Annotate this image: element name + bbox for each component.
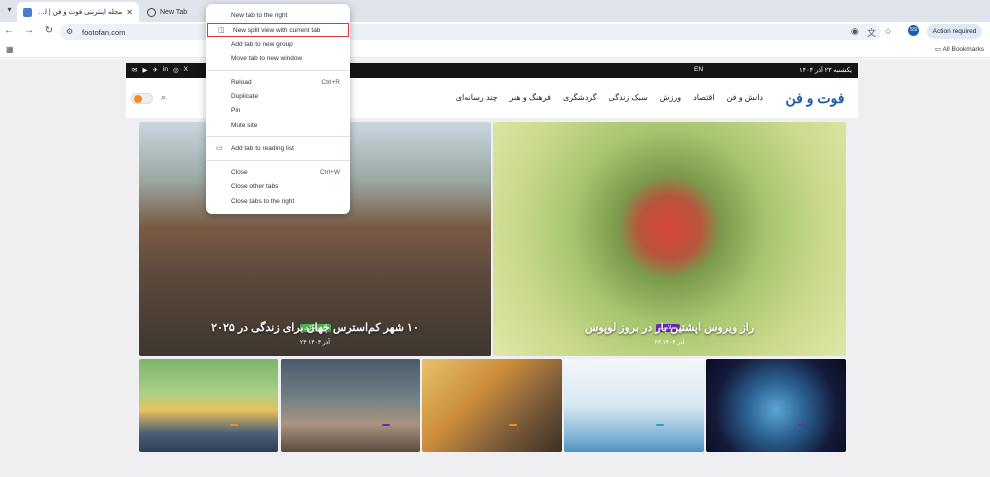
menu-item-label: New tab to the right — [231, 12, 288, 19]
menu-item-reading-list[interactable]: ▭ Add tab to reading list — [206, 142, 350, 156]
location-icon[interactable]: ◉ — [851, 26, 859, 37]
bookmark-star-icon[interactable]: ☆ — [884, 26, 892, 37]
linkedin-icon[interactable]: in — [163, 66, 168, 74]
address-bar[interactable]: ⚙ footofan.com — [60, 24, 880, 40]
site-favicon-icon — [23, 7, 32, 17]
menu-item-label: Close tabs to the right — [231, 198, 295, 205]
back-icon[interactable]: ← — [2, 25, 16, 36]
url-text: footofan.com — [82, 27, 126, 37]
dark-mode-toggle[interactable] — [131, 93, 153, 104]
menu-item-duplicate[interactable]: Duplicate — [206, 90, 350, 104]
menu-divider — [206, 160, 350, 161]
menu-item-reload[interactable]: Reload Ctrl+R — [206, 76, 350, 90]
menu-item[interactable]: چند رسانه‌ای — [456, 93, 498, 102]
email-icon[interactable]: ✉ — [132, 66, 137, 74]
reload-icon[interactable]: ↻ — [42, 25, 56, 36]
category-badge[interactable] — [798, 424, 806, 426]
menu-item-label: Add tab to reading list — [231, 145, 294, 152]
all-bookmarks-button[interactable]: ▭ All Bookmarks — [935, 45, 984, 53]
menu-divider — [206, 70, 350, 71]
topbar-date: یکشنبه ۲۳ آذر ۱۴۰۴ — [799, 67, 852, 74]
youtube-icon[interactable]: ▶ — [142, 66, 147, 74]
twitter-x-icon[interactable]: X — [184, 66, 188, 74]
menu-item-new-tab-right[interactable]: New tab to the right — [206, 9, 350, 23]
instagram-icon[interactable]: ◎ — [173, 66, 179, 74]
featured-card[interactable]: سلامت راز ویروس اپشتین بار در بروز لوپوس… — [493, 122, 846, 356]
browser-toolbar: ← → ↻ ⚙ footofan.com ◉ 文 ☆ — [0, 22, 990, 42]
site-info-icon[interactable]: ⚙ — [66, 27, 73, 36]
menu-item-move-to-window[interactable]: Move tab to new window — [206, 52, 350, 66]
article-card[interactable] — [422, 359, 562, 452]
menu-item-label: Move tab to new window — [231, 55, 303, 62]
split-view-icon: ◫ — [218, 27, 225, 34]
menu-item[interactable]: سبک زندگی — [609, 93, 648, 102]
menu-shortcut: Ctrl+W — [319, 169, 340, 176]
menu-item-label: Add tab to new group — [231, 41, 293, 48]
menu-item-pin[interactable]: Pin — [206, 104, 350, 118]
tab-title: New Tab — [160, 8, 188, 16]
tab-list-icon[interactable]: ▾ — [4, 5, 15, 16]
topbar-links: EN — [646, 66, 703, 73]
menu-item-close[interactable]: Close Ctrl+W — [206, 166, 350, 180]
menu-item-close-other-tabs[interactable]: Close other tabs — [206, 180, 350, 194]
site-logo[interactable]: فوت و فن — [780, 85, 850, 111]
menu-shortcut: Ctrl+R — [321, 79, 340, 86]
apps-grid-icon[interactable]: ▦ — [6, 45, 14, 54]
language-switch[interactable]: EN — [694, 66, 703, 73]
article-date: ۲۳ آذر ۱۴۰۴ — [300, 340, 330, 346]
social-links: ✉ ▶ ✈ in ◎ X — [132, 66, 188, 74]
website-viewport: ✉ ▶ ✈ in ◎ X EN یکشنبه ۲۳ آذر ۱۴۰۴ ⌕ دان… — [0, 59, 990, 477]
close-tab-icon[interactable]: ✕ — [126, 8, 133, 17]
translate-icon[interactable]: 文 — [867, 26, 876, 39]
menu-divider — [206, 136, 350, 137]
tab-context-menu: New tab to the right ◫ New split view wit… — [206, 4, 350, 214]
reading-list-icon: ▭ — [216, 145, 223, 152]
menu-item-label: Reload — [231, 79, 252, 86]
menu-item-label: Close — [231, 169, 248, 176]
category-badge[interactable] — [509, 424, 517, 426]
menu-item-mute-site[interactable]: Mute site — [206, 119, 350, 133]
menu-item[interactable]: فرهنگ و هنر — [510, 93, 551, 102]
menu-item-label: Close other tabs — [231, 183, 279, 190]
menu-item-label: Pin — [231, 107, 241, 114]
category-badge[interactable] — [230, 424, 238, 426]
all-bookmarks-label: All Bookmarks — [942, 46, 984, 53]
menu-item-label: New split view with current tab — [233, 27, 321, 34]
menu-item[interactable]: دانش و فن — [727, 93, 763, 102]
search-icon[interactable]: ⌕ — [161, 92, 166, 103]
telegram-icon[interactable]: ✈ — [152, 66, 157, 74]
profile-avatar[interactable]: SSI — [908, 25, 919, 36]
article-title[interactable]: ۱۰ شهر کم‌استرس جهان برای زندگی در ۲۰۲۵ — [145, 321, 485, 334]
action-required-button[interactable]: Action required — [927, 24, 982, 39]
article-card[interactable] — [706, 359, 846, 452]
category-badge[interactable] — [382, 424, 390, 426]
article-title[interactable]: راز ویروس اپشتین بار در بروز لوپوس — [499, 321, 840, 334]
menu-item-label: Duplicate — [231, 93, 259, 100]
main-menu: دانش و فن اقتصاد ورزش سبک زندگی گردشگری … — [456, 93, 763, 102]
article-date: ۲۳ آذر ۱۴۰۴ — [654, 340, 685, 346]
globe-icon — [147, 7, 156, 17]
menu-item-add-to-group[interactable]: Add tab to new group — [206, 38, 350, 52]
menu-item[interactable]: اقتصاد — [693, 93, 714, 102]
menu-item-new-split-view[interactable]: ◫ New split view with current tab — [207, 23, 349, 37]
article-card[interactable] — [564, 359, 704, 452]
category-badge[interactable] — [656, 424, 664, 426]
tab-title: مجله اینترنتی فوت و فن | لذت‌ها... — [36, 9, 123, 16]
menu-item-close-tabs-right[interactable]: Close tabs to the right — [206, 195, 350, 209]
bookmarks-bar: ▦ ▭ All Bookmarks — [0, 42, 990, 58]
tab-strip: ▾ مجله اینترنتی فوت و فن | لذت‌ها... ✕ N… — [0, 0, 990, 22]
tab-footofan[interactable]: مجله اینترنتی فوت و فن | لذت‌ها... ✕ — [17, 2, 139, 22]
menu-item-label: Mute site — [231, 122, 258, 129]
menu-item[interactable]: ورزش — [660, 93, 681, 102]
forward-icon[interactable]: → — [22, 25, 36, 36]
article-card[interactable] — [139, 359, 278, 452]
article-card[interactable] — [281, 359, 420, 452]
menu-item[interactable]: گردشگری — [563, 93, 597, 102]
